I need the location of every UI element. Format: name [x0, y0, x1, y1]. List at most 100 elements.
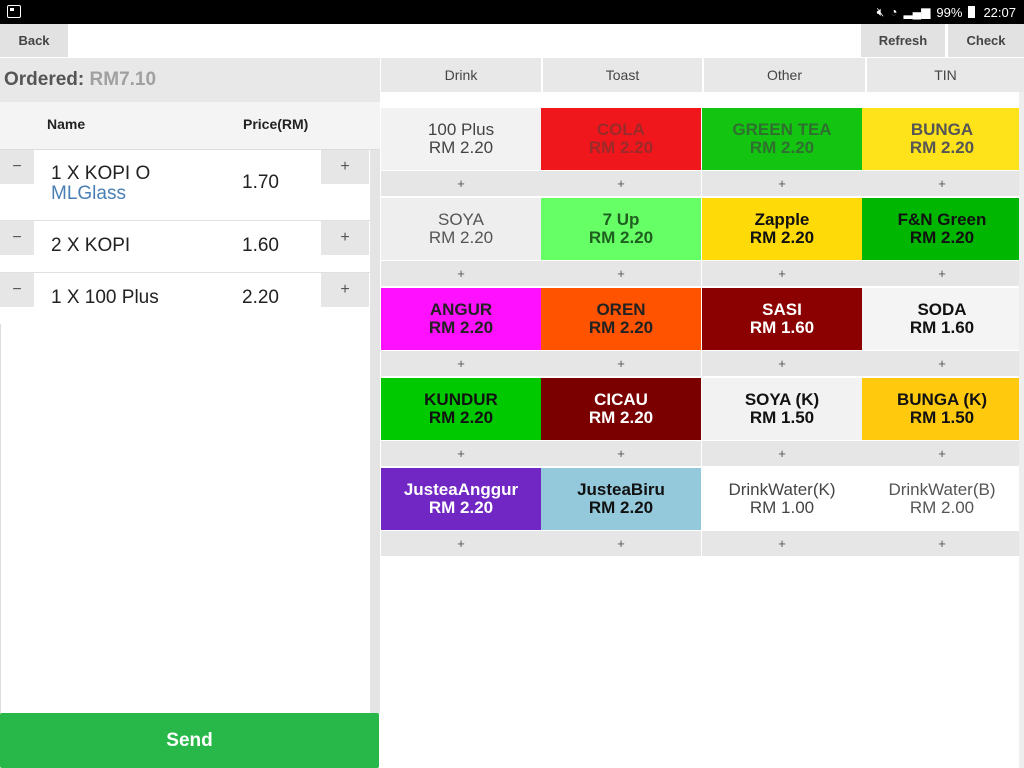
menu-item-name: SOYA (K) — [744, 390, 820, 409]
menu-item-name: BUNGA (K) — [896, 390, 988, 409]
menu-item-price: RM 2.20 — [588, 318, 654, 337]
menu-item-price: RM 2.20 — [588, 498, 654, 517]
order-item-row: − 1 X 100 Plus 2.20 + — [0, 273, 370, 325]
menu-item-tile[interactable]: 100 Plus RM 2.20 — [381, 108, 541, 170]
menu-item-price: RM 2.20 — [428, 408, 494, 427]
decrease-quantity-button[interactable]: − — [0, 221, 34, 255]
add-item-button[interactable]: + — [381, 261, 541, 286]
add-item-button[interactable]: + — [862, 171, 1022, 196]
add-item-button[interactable]: + — [541, 261, 701, 286]
menu-item-tile[interactable]: SASI RM 1.60 — [702, 288, 862, 350]
menu-item-name: SASI — [762, 300, 802, 319]
screenshot-icon — [7, 5, 21, 18]
menu-row: SOYA RM 2.20 +7 Up RM 2.20 + Zapple RM 2.20 + F&… — [381, 198, 1022, 288]
menu-item-name: JusteaBiru — [577, 480, 665, 499]
add-item-button[interactable]: + — [381, 171, 541, 196]
menu-item-tile[interactable]: COLA RM 2.20 — [541, 108, 701, 170]
order-item-price: 1.60 — [242, 235, 279, 256]
order-item-price: 1.70 — [242, 172, 279, 193]
menu-item-tile[interactable]: SOYA (K) RM 1.50 — [702, 378, 862, 440]
increase-quantity-button[interactable]: + — [321, 221, 369, 255]
menu-row: 100 Plus RM 2.20 + COLA RM 2.20 + GREEN TEA RM … — [381, 108, 1022, 198]
menu-row: KUNDUR RM 2.20 + CICAU RM 2.20 + SOYA (K) RM 1.… — [381, 378, 1022, 468]
menu-item-tile[interactable]: SODA RM 1.60 — [862, 288, 1022, 350]
refresh-button[interactable]: Refresh — [861, 24, 945, 57]
back-button[interactable]: Back — [0, 24, 68, 57]
order-list: − 1 X KOPI O MLGlass 1.70 + − 2 X KOPI 1… — [0, 150, 370, 325]
add-item-button[interactable]: + — [862, 261, 1022, 286]
order-list-scrollbar[interactable] — [370, 150, 380, 714]
add-item-button[interactable]: + — [541, 441, 701, 466]
ordered-total: RM7.10 — [89, 69, 157, 90]
menu-item-tile[interactable]: CICAU RM 2.20 — [541, 378, 701, 440]
menu-item-price: RM 1.00 — [749, 498, 815, 517]
menu-item-name: SOYA — [438, 210, 484, 229]
menu-item-name: BUNGA — [910, 120, 974, 139]
menu-item-price: RM 2.20 — [428, 228, 494, 247]
menu-panel: Drink Toast Other TIN 100 Plus RM 2.20 + CO… — [381, 58, 1024, 768]
menu-item-tile[interactable]: DrinkWater(K) RM 1.00 — [702, 468, 862, 530]
add-item-button[interactable]: + — [702, 531, 862, 556]
menu-item-price: RM 1.60 — [909, 318, 975, 337]
order-item-name: 2 X KOPI — [51, 235, 131, 256]
add-item-button[interactable]: + — [381, 531, 541, 556]
menu-item-tile[interactable]: KUNDUR RM 2.20 — [381, 378, 541, 440]
add-item-button[interactable]: + — [541, 531, 701, 556]
menu-item-name: Zapple — [754, 210, 810, 229]
menu-item-price: RM 2.20 — [749, 228, 815, 247]
menu-item-name: KUNDUR — [424, 390, 498, 409]
menu-item-price: RM 2.20 — [428, 138, 494, 157]
add-item-button[interactable]: + — [702, 351, 862, 376]
menu-row: JusteaAnggur RM 2.20 + JusteaBiru RM 2.20 + Dr… — [381, 468, 1022, 558]
tab-tin[interactable]: TIN — [867, 58, 1024, 92]
menu-scrollbar[interactable] — [1019, 92, 1024, 768]
menu-item-tile[interactable]: ANGUR RM 2.20 — [381, 288, 541, 350]
menu-item-price: RM 2.20 — [428, 498, 494, 517]
add-item-button[interactable]: + — [381, 441, 541, 466]
add-item-button[interactable]: + — [381, 351, 541, 376]
menu-item-tile[interactable]: JusteaBiru RM 2.20 — [541, 468, 701, 530]
status-indicators: 🔇︎ ◔ ▂▄▆ 99% 22:07 — [877, 4, 1016, 20]
add-item-button[interactable]: + — [702, 171, 862, 196]
add-item-button[interactable]: + — [702, 441, 862, 466]
menu-item-tile[interactable]: BUNGA (K) RM 1.50 — [862, 378, 1022, 440]
menu-item-price: RM 1.50 — [909, 408, 975, 427]
menu-item-tile[interactable]: DrinkWater(B) RM 2.00 — [862, 468, 1022, 530]
menu-item-tile[interactable]: 7 Up RM 2.20 — [541, 198, 701, 260]
menu-item-tile[interactable]: GREEN TEA RM 2.20 — [702, 108, 862, 170]
menu-item-name: DrinkWater(K) — [728, 480, 836, 499]
add-item-button[interactable]: + — [862, 351, 1022, 376]
menu-item-tile[interactable]: OREN RM 2.20 — [541, 288, 701, 350]
menu-item-tile[interactable]: BUNGA RM 2.20 — [862, 108, 1022, 170]
tab-other[interactable]: Other — [704, 58, 867, 92]
tab-toast[interactable]: Toast — [543, 58, 704, 92]
add-item-button[interactable]: + — [862, 441, 1022, 466]
menu-item-tile[interactable]: F&N Green RM 2.20 — [862, 198, 1022, 260]
status-bar: 🔇︎ ◔ ▂▄▆ 99% 22:07 — [0, 0, 1024, 24]
signal-icon: ▂▄▆ — [903, 5, 931, 19]
increase-quantity-button[interactable]: + — [321, 273, 369, 307]
menu-item-tile[interactable]: JusteaAnggur RM 2.20 — [381, 468, 541, 530]
menu-item-name: ANGUR — [429, 300, 493, 319]
decrease-quantity-button[interactable]: − — [0, 150, 34, 184]
menu-item-name: SODA — [917, 300, 967, 319]
add-item-button[interactable]: + — [541, 351, 701, 376]
mute-icon: 🔇︎ — [876, 5, 885, 19]
menu-item-name: OREN — [596, 300, 646, 319]
column-price-header: Price(RM) — [243, 116, 309, 132]
increase-quantity-button[interactable]: + — [321, 150, 369, 184]
decrease-quantity-button[interactable]: − — [0, 273, 34, 307]
add-item-button[interactable]: + — [541, 171, 701, 196]
menu-item-name: 7 Up — [602, 210, 640, 229]
send-button[interactable]: Send — [0, 713, 379, 768]
add-item-button[interactable]: + — [862, 531, 1022, 556]
check-button[interactable]: Check — [948, 24, 1024, 57]
order-item-name: 1 X 100 Plus — [51, 287, 159, 308]
menu-item-name: DrinkWater(B) — [888, 480, 996, 499]
ordered-summary: Ordered: RM7.10 — [0, 58, 380, 102]
tab-drink[interactable]: Drink — [381, 58, 543, 92]
menu-item-tile[interactable]: Zapple RM 2.20 — [702, 198, 862, 260]
menu-item-tile[interactable]: SOYA RM 2.20 — [381, 198, 541, 260]
order-item-note: MLGlass — [51, 183, 126, 204]
add-item-button[interactable]: + — [702, 261, 862, 286]
